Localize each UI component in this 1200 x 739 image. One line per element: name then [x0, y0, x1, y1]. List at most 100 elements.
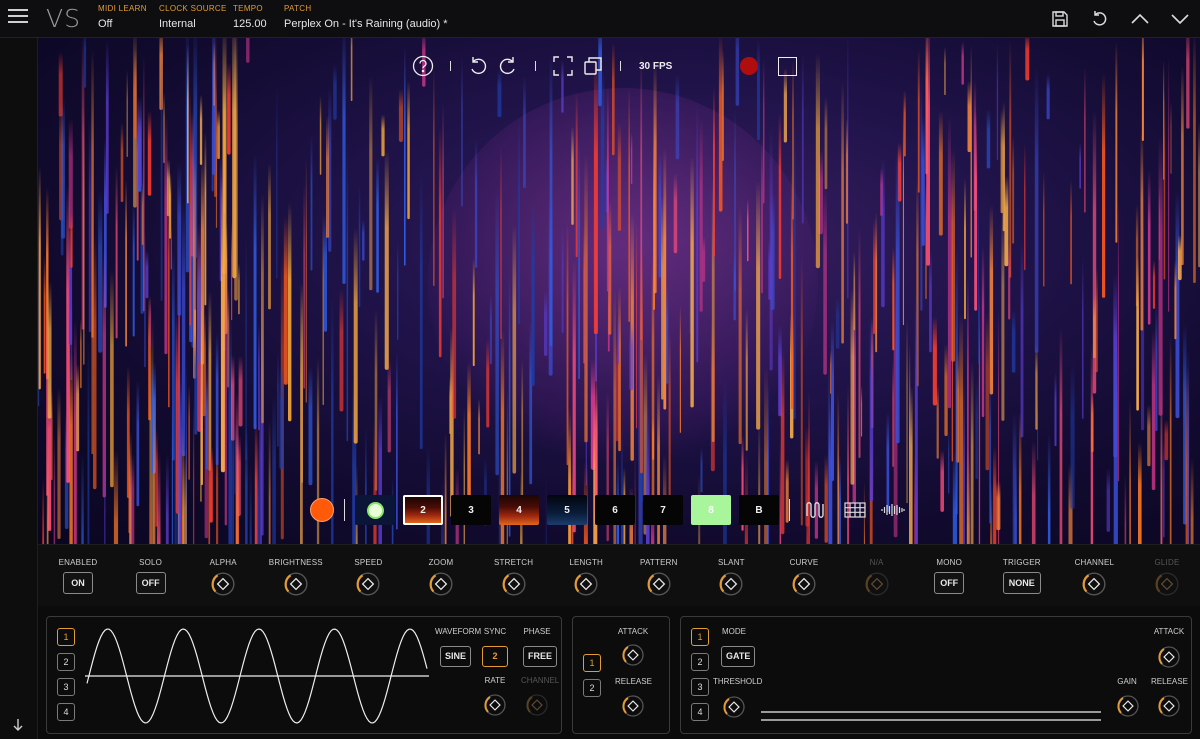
trigger-toggle-button[interactable]: NONE [1002, 572, 1041, 594]
slant-knob[interactable] [718, 571, 744, 597]
menu-icon[interactable] [8, 9, 28, 27]
param-length: LENGTH [550, 558, 622, 597]
channel-knob[interactable] [1081, 571, 1107, 597]
param-label: ZOOM [428, 558, 454, 567]
audio-number-2[interactable]: 2 [691, 653, 709, 671]
n-a-knob[interactable] [864, 571, 890, 597]
layer-slot-1[interactable] [355, 495, 395, 525]
param-enabled: ENABLED ON [42, 558, 114, 594]
top-bar: VS MIDI LEARN Off CLOCK SOURCE Internal … [0, 0, 1200, 38]
audio-number-4[interactable]: 4 [691, 703, 709, 721]
brightness-knob[interactable] [283, 571, 309, 597]
app-logo: VS [46, 4, 81, 33]
copy-button[interactable] [578, 51, 608, 81]
arrow-down-icon[interactable] [10, 717, 26, 733]
patch-value[interactable]: Perplex On - It's Raining (audio) * [284, 18, 448, 30]
length-knob[interactable] [573, 571, 599, 597]
layer-slot-5[interactable]: 5 [547, 495, 587, 525]
env-attack-label: ATTACK [617, 627, 649, 636]
audio-release-label: RELEASE [1151, 677, 1188, 686]
layer-slot-6[interactable]: 6 [595, 495, 635, 525]
waveform-button[interactable]: SINE [440, 646, 472, 667]
undo-button[interactable] [463, 51, 493, 81]
param-curve: CURVE [768, 558, 840, 597]
zoom-knob[interactable] [428, 571, 454, 597]
parameter-row: ENABLED ON SOLO OFF ALPHA BRIGHTNESS SPEED ZOOM… [38, 544, 1200, 606]
param-label: ENABLED [58, 558, 98, 567]
tempo-field[interactable]: TEMPO 125.00 [233, 4, 267, 30]
help-icon [412, 55, 434, 77]
param-label: N/A [869, 558, 884, 567]
tempo-value[interactable]: 125.00 [233, 18, 267, 30]
save-button[interactable] [1048, 7, 1072, 31]
phase-button[interactable]: FREE [523, 646, 558, 667]
param-trigger: TRIGGER NONE [986, 558, 1058, 594]
alpha-knob[interactable] [210, 571, 236, 597]
help-button[interactable] [408, 51, 438, 81]
lfo-channel-knob[interactable] [525, 693, 549, 717]
mode-button[interactable]: GATE [721, 646, 756, 667]
param-pattern: PATTERN [623, 558, 695, 597]
layer-slot-8[interactable]: 8 [691, 495, 731, 525]
fullscreen-button[interactable] [548, 51, 578, 81]
layer-slot-2[interactable]: 2 [403, 495, 443, 525]
layer-slot-3[interactable]: 3 [451, 495, 491, 525]
lfo-button[interactable] [804, 497, 830, 523]
pattern-knob[interactable] [646, 571, 672, 597]
gain-knob[interactable] [1116, 694, 1140, 718]
audio-number-3[interactable]: 3 [691, 678, 709, 696]
audio-number-1[interactable]: 1 [691, 628, 709, 646]
env-number-1[interactable]: 1 [583, 654, 601, 672]
speed-knob[interactable] [355, 571, 381, 597]
glide-knob[interactable] [1154, 571, 1180, 597]
lfo-number-2[interactable]: 2 [57, 653, 75, 671]
midi-learn-value[interactable]: Off [98, 18, 147, 30]
rate-knob[interactable] [483, 693, 507, 717]
redo-button[interactable] [493, 51, 523, 81]
layer-slot-7[interactable]: 7 [643, 495, 683, 525]
layer-slot-b[interactable]: B [739, 495, 779, 525]
threshold-knob[interactable] [722, 695, 746, 719]
enabled-toggle-button[interactable]: ON [63, 572, 93, 594]
record-button[interactable] [740, 57, 759, 75]
layer-color-swatch[interactable] [310, 498, 334, 522]
patch-field[interactable]: PATCH Perplex On - It's Raining (audio) … [284, 4, 448, 30]
lfo-number-1[interactable]: 1 [57, 628, 75, 646]
env-number-2[interactable]: 2 [583, 679, 601, 697]
lfo-number-3[interactable]: 3 [57, 678, 75, 696]
param-mono: MONO OFF [913, 558, 985, 594]
lfo-panel: 1 2 3 4 WAVEFORM SINE SYNC 2 PHASE FREE … [46, 616, 562, 734]
collapse-up-button[interactable] [1128, 7, 1152, 31]
stretch-knob[interactable] [501, 571, 527, 597]
save-icon [1052, 11, 1068, 27]
param-solo: SOLO OFF [115, 558, 187, 594]
solo-toggle-button[interactable]: OFF [135, 572, 166, 594]
stop-button[interactable] [778, 56, 798, 76]
param-label: SLANT [717, 558, 745, 567]
env-release-label: RELEASE [615, 677, 652, 686]
waveform-label: WAVEFORM [435, 627, 482, 636]
curve-knob[interactable] [791, 571, 817, 597]
expand-down-button[interactable] [1168, 7, 1192, 31]
param-label: PATTERN [640, 558, 678, 567]
param-label: STRETCH [494, 558, 534, 567]
layer-slot-4[interactable]: 4 [499, 495, 539, 525]
mono-toggle-button[interactable]: OFF [934, 572, 965, 594]
env-release-knob[interactable] [621, 694, 645, 718]
lfo-channel-label: CHANNEL [521, 676, 560, 685]
visual-output[interactable]: 30 FPS 2 3 4 5 6 7 8 B [38, 38, 1200, 544]
audio-button[interactable] [880, 497, 906, 523]
grid-button[interactable] [842, 497, 868, 523]
revert-button[interactable] [1088, 7, 1112, 31]
sync-label: SYNC [483, 627, 507, 636]
clock-source-value[interactable]: Internal [159, 18, 227, 30]
param-label: CURVE [789, 558, 819, 567]
sync-button[interactable]: 2 [482, 646, 508, 667]
lfo-number-4[interactable]: 4 [57, 703, 75, 721]
audio-attack-knob[interactable] [1157, 645, 1181, 669]
audio-release-knob[interactable] [1157, 694, 1181, 718]
midi-learn-field[interactable]: MIDI LEARN Off [98, 4, 147, 30]
env-attack-knob[interactable] [621, 643, 645, 667]
clock-source-field[interactable]: CLOCK SOURCE Internal [159, 4, 227, 30]
patch-label: PATCH [284, 4, 312, 13]
